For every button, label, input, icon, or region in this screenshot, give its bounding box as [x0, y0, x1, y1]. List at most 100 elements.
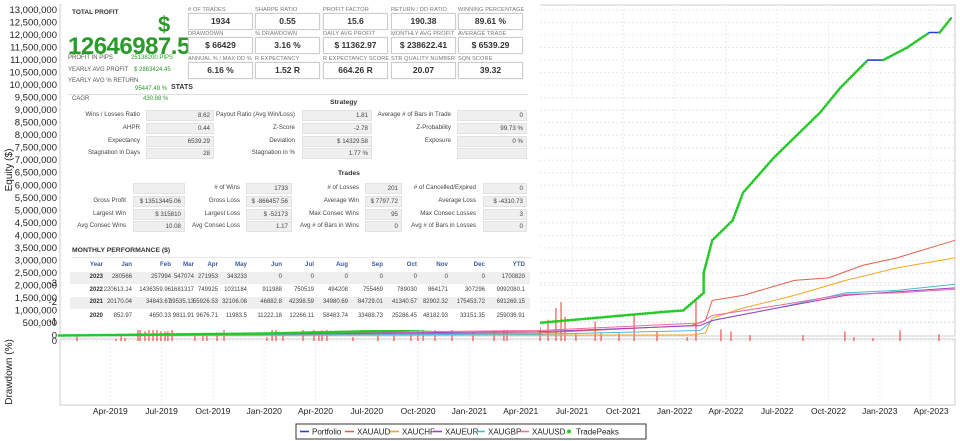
trade-peak-point [147, 333, 151, 337]
trade-peak-point [734, 211, 737, 215]
yearly-avg-profit-label: YEARLY AVG PROFIT [68, 67, 129, 73]
trade-peak-point [661, 310, 665, 314]
cagr-label: CAGR [72, 96, 90, 102]
metric-value-box: 1934 [188, 13, 253, 30]
trades-label: Largest Win [92, 210, 126, 217]
metric-value-box: $ 11362.97 [323, 37, 388, 54]
trade-peak-point [573, 318, 577, 322]
trades-label: Largest Loss [204, 210, 240, 217]
trade-peak-point [250, 332, 254, 336]
trade-peak-point [702, 281, 706, 285]
trade-peak-point [571, 318, 575, 322]
trade-peak-point [679, 309, 682, 313]
trade-peak-point [300, 331, 304, 335]
trade-peak-point [548, 320, 552, 324]
trade-peak-point [736, 203, 740, 207]
trade-peak-point [631, 313, 635, 317]
trade-peak-point [359, 329, 362, 333]
trade-peak-point [621, 314, 625, 317]
x-tick-label: Oct-2022 [811, 406, 846, 416]
equity-axis-label: Equity ($) [4, 149, 15, 192]
trade-peak-point [948, 18, 952, 22]
trade-peak-point [293, 331, 296, 335]
legend-label-xaueur: XAUEUR [445, 428, 479, 437]
trade-peak-point [150, 333, 153, 336]
trade-peak-point [247, 332, 251, 336]
trade-peak-point [598, 316, 602, 319]
strategy-value: 0 % [457, 136, 527, 147]
trade-peak-point [316, 330, 319, 334]
trade-peak-point [369, 329, 372, 333]
trade-peak-point [886, 56, 890, 59]
strategy-label: Average # of Bars in Trade [377, 111, 452, 118]
trades-value: 3 [483, 209, 527, 220]
x-tick-label: Apr-2021 [503, 406, 538, 416]
x-tick-label: Jul-2019 [145, 406, 178, 416]
strategy-label: Stagnation in Days [88, 149, 140, 156]
trades-label: Avg # of Bars in Wins [299, 222, 359, 229]
trade-peak-point [235, 332, 239, 336]
equity-y-tick-label: 11,500,000 [10, 43, 57, 54]
stats-title: STATS [171, 84, 193, 91]
equity-y-tick-label: 4,000,000 [15, 230, 57, 241]
trade-peak-point [177, 332, 181, 336]
divider [68, 94, 528, 95]
trade-peak-point [72, 333, 76, 337]
strategy-label: Exposure [424, 137, 451, 144]
trade-peak-point [653, 311, 657, 315]
trade-peak-point [563, 319, 567, 322]
trade-peak-point [737, 201, 741, 205]
trade-peak-point [87, 333, 91, 337]
strategy-label: Deviation [269, 137, 295, 144]
trade-peak-point [105, 333, 108, 337]
trade-peak-point [142, 333, 146, 337]
trade-peak-point [348, 330, 352, 334]
trade-peak-point [172, 332, 176, 336]
drawdown-plot-area [59, 338, 956, 406]
trade-peak-point [706, 256, 710, 260]
x-tick-label: Oct-2020 [401, 406, 436, 416]
trade-peak-point [200, 332, 204, 336]
month-value-cell: 691269.15 [496, 299, 525, 305]
trade-peak-point [900, 48, 904, 52]
trade-peak-point [735, 208, 738, 212]
trade-peak-point [112, 333, 116, 337]
trade-peak-point [75, 333, 78, 337]
chart-legend: Portfolio XAUAUD XAUCHF XAUEUR XAUGBP XAUUSD T… [295, 423, 647, 440]
trade-peak-point [338, 330, 342, 334]
trade-peak-point [117, 333, 121, 337]
divider [72, 257, 532, 258]
trade-peak-point [703, 266, 707, 270]
trade-peak-point [551, 320, 555, 324]
trade-peak-point [283, 331, 286, 335]
trade-peak-point [237, 332, 241, 336]
trade-peak-point [115, 333, 118, 337]
trade-peak-point [252, 332, 256, 335]
trade-peak-point [157, 333, 161, 336]
strategy-value: 99.73 % [457, 123, 527, 134]
trade-peak-point [245, 332, 249, 336]
strategy-label: Z-Probability [416, 124, 451, 131]
trade-peak-point [591, 316, 595, 320]
trade-peak-point [77, 333, 81, 337]
trade-peak-point [704, 261, 708, 265]
month-value-cell: 1700820 [501, 274, 525, 280]
trade-peak-point [67, 334, 71, 337]
trade-peak-point [331, 330, 334, 334]
trade-peak-point [202, 332, 206, 336]
strategy-label: Z-Score [272, 124, 295, 131]
trade-peak-point [702, 279, 706, 282]
metric-value-box: $ 6539.29 [458, 37, 523, 54]
trade-peak-point [275, 331, 279, 335]
legend-label-xauusd: XAUUSD [532, 428, 566, 437]
equity-y-tick-label: 3,500,000 [15, 243, 57, 254]
trade-peak-point [140, 333, 143, 337]
stats-panel: TOTAL PROFIT $ 12646987.5 PROFIT IN PIPS… [62, 4, 540, 330]
trades-label: Avg Consec Wins [77, 222, 126, 229]
trades-label: # of Cancelled/Expired [413, 184, 476, 191]
x-tick-label: Apr-2019 [93, 406, 128, 416]
trade-peak-point [708, 246, 712, 250]
yearly-avg-return-value: 95447.48 % [135, 86, 168, 92]
trade-peak-point [668, 309, 672, 313]
trade-peak-point [702, 268, 706, 272]
